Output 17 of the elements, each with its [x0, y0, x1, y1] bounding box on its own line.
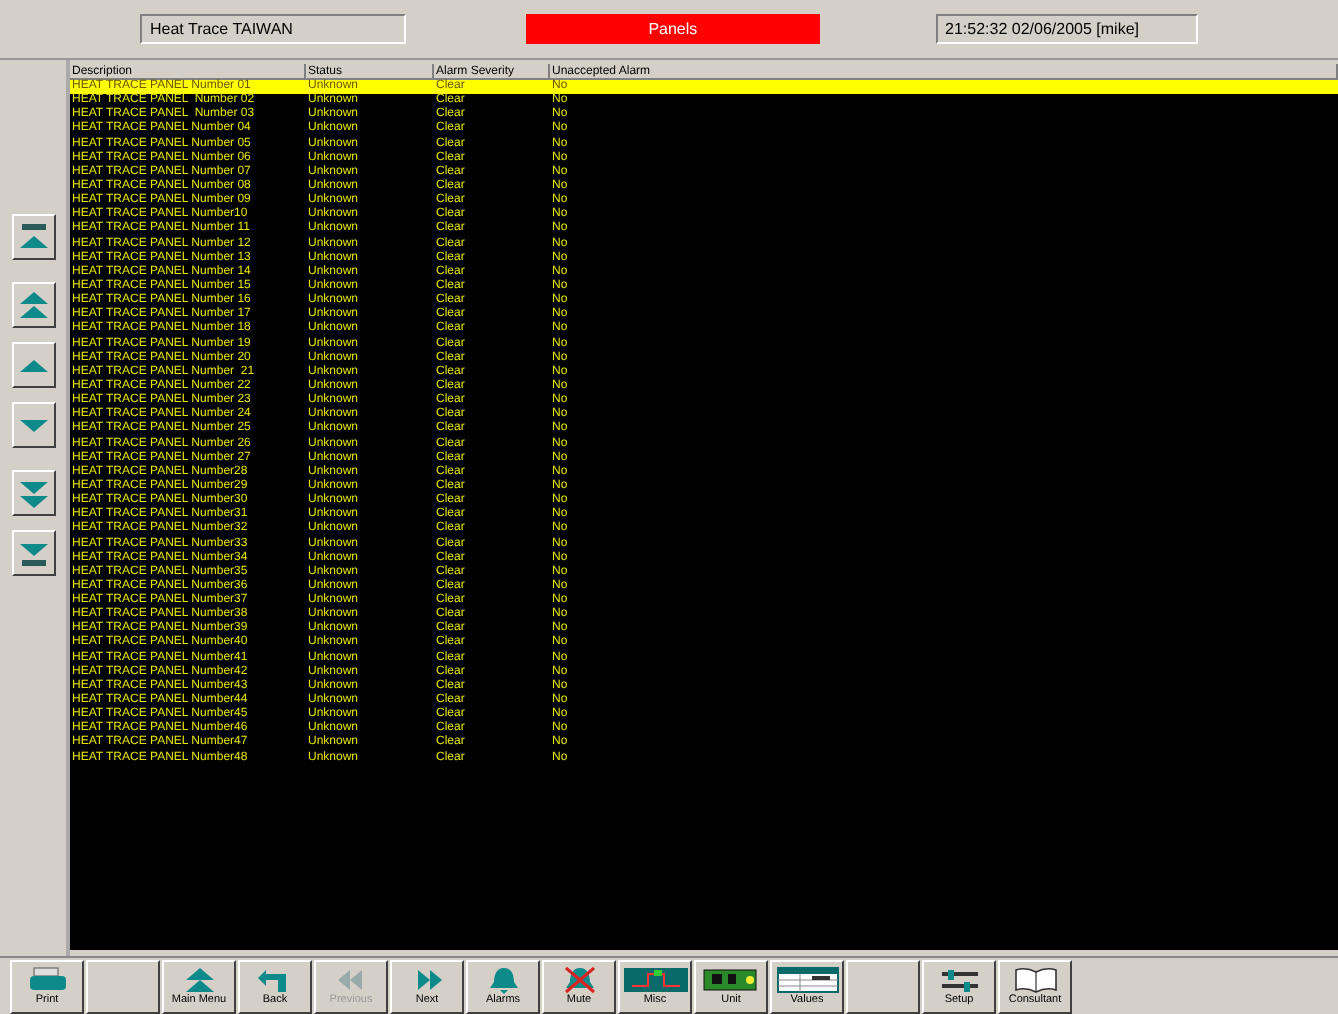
scroll-button[interactable] — [11, 470, 55, 516]
sliders-icon — [937, 965, 981, 993]
scroll-button[interactable] — [11, 282, 55, 328]
scroll-button[interactable] — [11, 530, 55, 576]
printer-icon — [25, 965, 69, 993]
open-book-icon — [1013, 965, 1057, 993]
circuit-diagram-icon — [623, 965, 687, 993]
page-title-banner: Panels — [526, 14, 820, 44]
blank-button[interactable] — [86, 959, 160, 1013]
circuit-board-icon — [701, 965, 761, 993]
blank-button[interactable] — [846, 959, 920, 1013]
scroll-button[interactable] — [11, 402, 55, 448]
clock-field: 21:52:32 02/06/2005 [mike] — [935, 14, 1198, 44]
table-icon — [775, 965, 839, 993]
scroll-button[interactable] — [11, 214, 55, 260]
site-name-field: Heat Trace TAIWAN — [140, 14, 407, 44]
scroll-button[interactable] — [11, 342, 55, 388]
